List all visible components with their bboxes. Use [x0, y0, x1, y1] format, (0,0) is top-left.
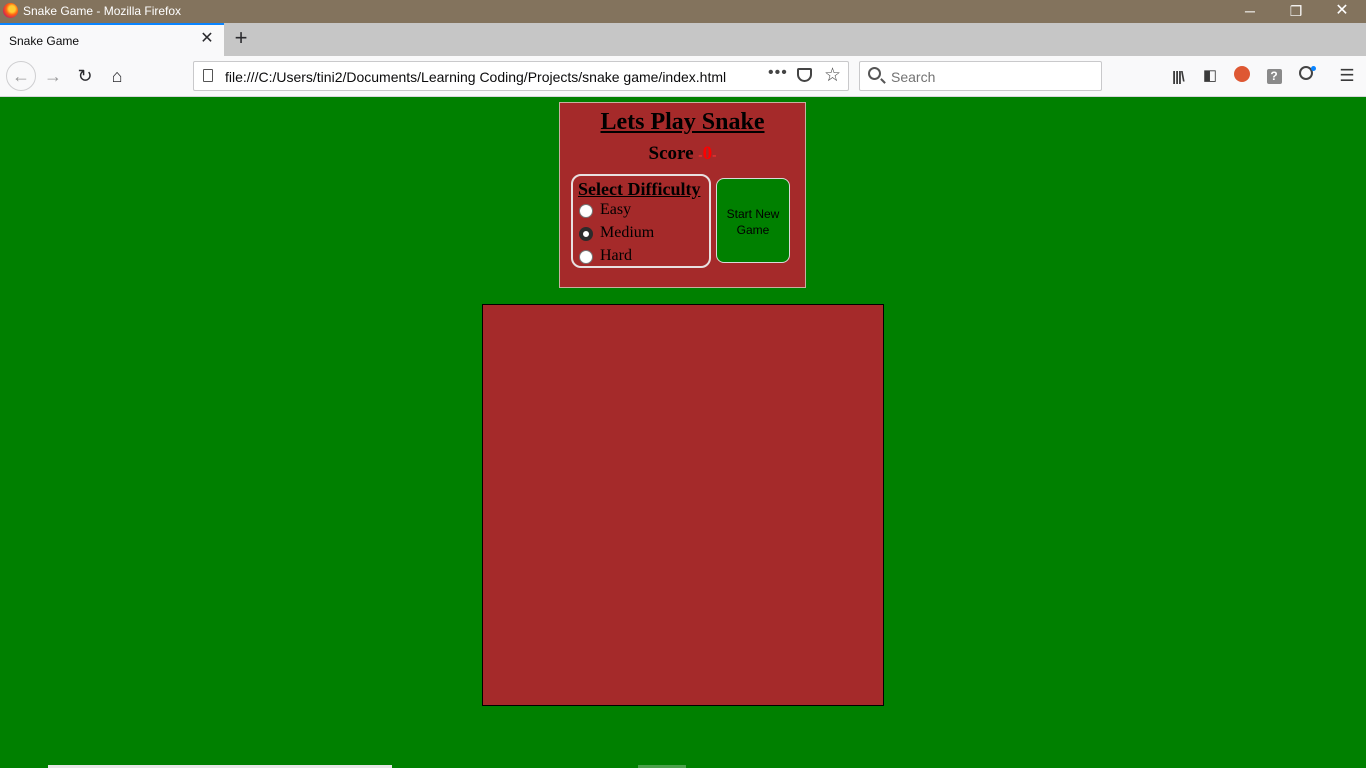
score-label: Score [648, 143, 694, 164]
url-text[interactable]: file:///C:/Users/tini2/Documents/Learnin… [225, 69, 726, 85]
bookmark-star-icon[interactable]: ☆ [824, 64, 841, 87]
radio-label-hard: Hard [600, 247, 632, 264]
game-title: Lets Play Snake [600, 109, 765, 135]
search-icon [868, 67, 881, 80]
url-bar[interactable]: file:///C:/Users/tini2/Documents/Learnin… [193, 61, 849, 91]
home-icon[interactable]: ⌂ [105, 64, 129, 88]
back-icon[interactable]: ← [6, 61, 36, 91]
page-icon [203, 69, 213, 82]
reload-icon[interactable]: ↻ [73, 64, 97, 88]
new-tab-icon[interactable]: + [230, 27, 252, 50]
pocket-icon[interactable] [797, 68, 812, 82]
account-icon[interactable] [1296, 66, 1316, 86]
close-tab-icon[interactable]: ✕ [198, 30, 216, 48]
tab-strip: Snake Game ✕ + [0, 23, 1366, 56]
sidebar-icon[interactable]: ◧ [1200, 66, 1220, 86]
game-board-canvas[interactable] [482, 304, 884, 706]
search-bar[interactable] [859, 61, 1102, 91]
forward-icon[interactable]: → [41, 64, 65, 88]
tab-snake-game[interactable]: Snake Game ✕ [0, 23, 224, 56]
score-display: Score -0- [648, 143, 717, 164]
help-extension-icon[interactable]: ? [1264, 66, 1284, 86]
close-window-icon[interactable]: ✕ [1319, 0, 1365, 23]
firefox-logo-icon [3, 3, 18, 18]
radio-easy[interactable] [579, 204, 593, 218]
tab-title: Snake Game [9, 34, 80, 48]
game-header-panel: Lets Play Snake Score -0- Select Difficu… [559, 102, 806, 288]
score-value: 0 [702, 143, 713, 164]
navigation-toolbar: ← → ↻ ⌂ file:///C:/Users/tini2/Documents… [0, 56, 1366, 97]
radio-hard[interactable] [579, 250, 593, 264]
library-icon[interactable]: |||\ [1168, 66, 1188, 86]
search-input[interactable] [889, 66, 1093, 88]
difficulty-fieldset: Select Difficulty Easy Medium Hard [571, 174, 711, 268]
duckduckgo-extension-icon[interactable] [1232, 66, 1252, 86]
window-title: Snake Game - Mozilla Firefox [23, 4, 182, 18]
radio-medium[interactable] [579, 227, 593, 241]
minimize-icon[interactable]: ─ [1227, 0, 1273, 23]
difficulty-title: Select Difficulty [578, 179, 701, 199]
restore-icon[interactable]: ❐ [1273, 0, 1319, 23]
start-new-game-button[interactable]: Start New Game [716, 178, 790, 263]
window-title-bar: Snake Game - Mozilla Firefox ─ ❐ ✕ [0, 0, 1366, 23]
hamburger-menu-icon[interactable]: ☰ [1337, 66, 1357, 86]
page-content: Lets Play Snake Score -0- Select Difficu… [0, 97, 1366, 768]
page-actions-icon[interactable]: ••• [768, 64, 788, 82]
radio-label-medium: Medium [600, 224, 655, 241]
radio-label-easy: Easy [600, 201, 632, 218]
